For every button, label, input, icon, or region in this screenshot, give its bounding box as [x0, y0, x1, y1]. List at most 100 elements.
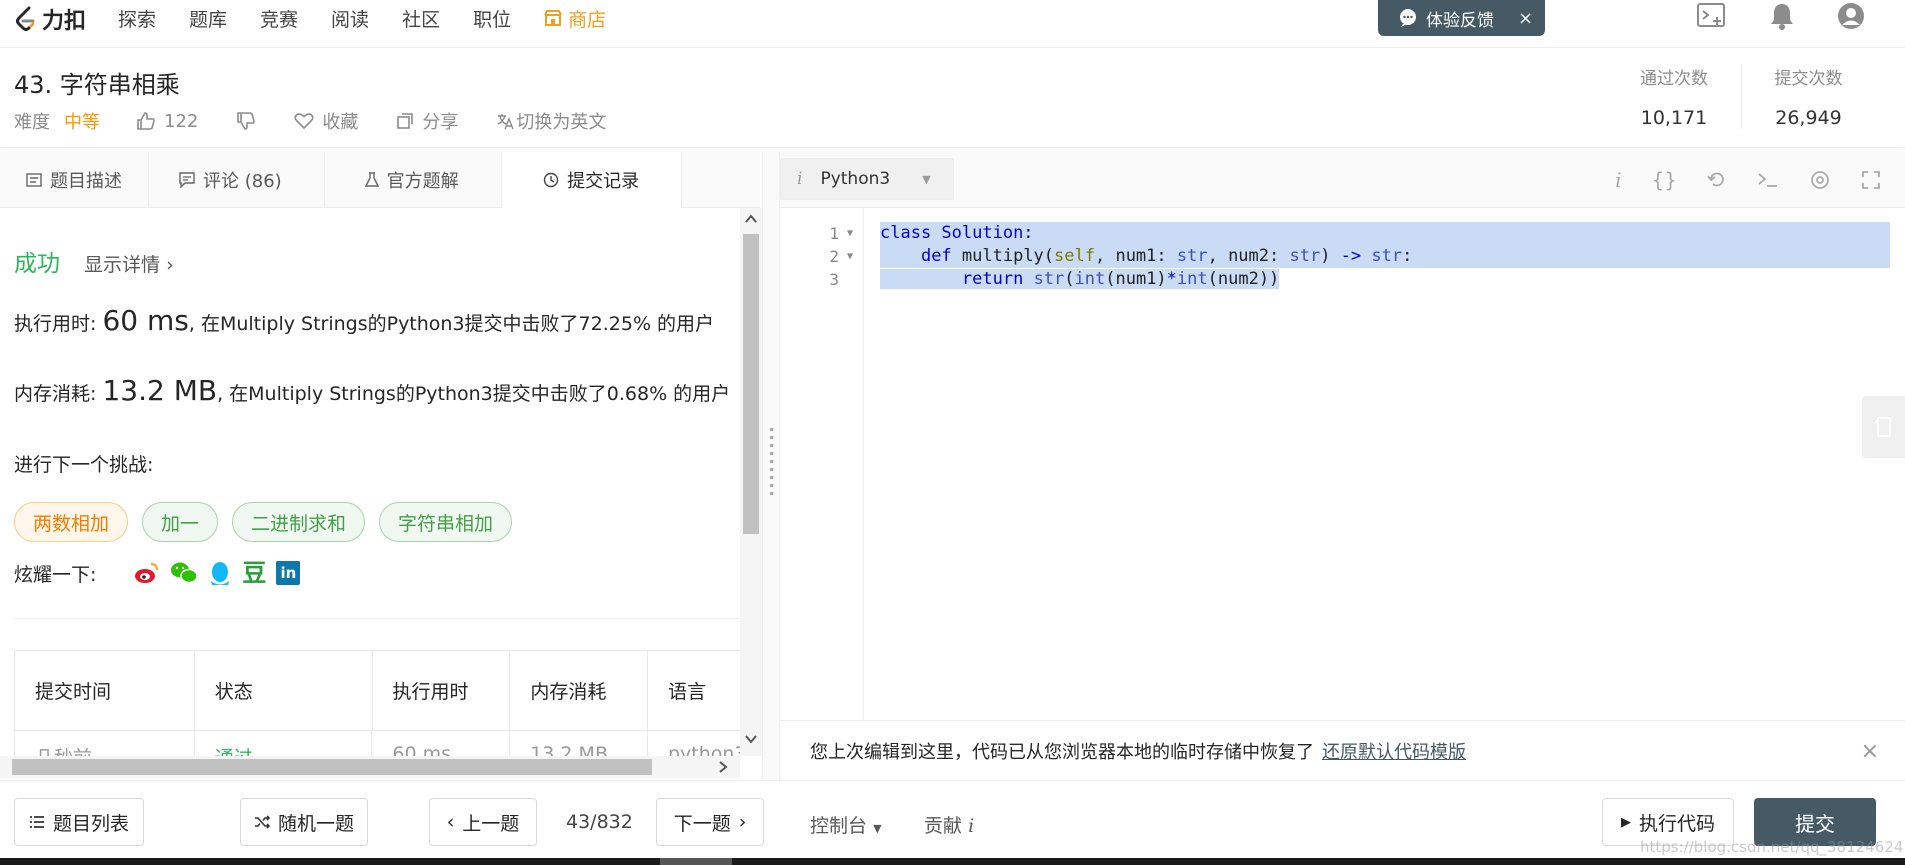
next-problem-button[interactable]: 下一题 ›: [656, 798, 764, 846]
nav-problems[interactable]: 题库: [189, 5, 227, 32]
code-editor[interactable]: 1 ▼ 2 ▼ 3 class Solution: def multiply(s…: [780, 208, 1905, 720]
tab-submissions[interactable]: 提交记录: [501, 152, 682, 208]
nav-reading[interactable]: 阅读: [331, 5, 369, 32]
nav-jobs[interactable]: 职位: [473, 5, 511, 32]
clock-icon: [543, 172, 559, 187]
code-builtin: int: [1074, 269, 1106, 289]
challenge-chip[interactable]: 二进制求和: [232, 502, 366, 542]
restore-default-link[interactable]: 还原默认代码模版: [1322, 738, 1466, 764]
tab-submissions-label: 提交记录: [567, 170, 640, 192]
tab-comments[interactable]: 评论 (86): [149, 152, 325, 208]
challenge-chip[interactable]: 两数相加: [14, 502, 129, 542]
settings-gear-icon[interactable]: [1809, 169, 1831, 191]
wechat-icon[interactable]: [170, 561, 199, 585]
nav-community[interactable]: 社区: [402, 5, 440, 32]
table-cell[interactable]: 通过: [195, 731, 373, 756]
tab-description[interactable]: 题目描述: [0, 152, 149, 208]
translate-icon: [498, 114, 515, 130]
horizontal-scrollbar[interactable]: [0, 756, 740, 778]
code-text: , num2:: [1207, 246, 1290, 266]
challenge-chip[interactable]: 字符串相加: [379, 502, 513, 542]
code-builtin: str: [1289, 246, 1321, 266]
scroll-right-icon[interactable]: [718, 761, 728, 773]
feedback-close-icon[interactable]: ×: [1518, 8, 1533, 29]
language-select[interactable]: i Python3 ▼: [780, 158, 954, 200]
code-builtin: str: [1176, 246, 1208, 266]
table-header-cell: 执行用时: [372, 651, 511, 731]
playground-icon[interactable]: [1697, 3, 1727, 29]
qq-icon[interactable]: [208, 561, 232, 587]
panel-splitter[interactable]: [762, 152, 780, 780]
restore-notice: 您上次编辑到这里，代码已从您浏览器本地的临时存储中恢复了 还原默认代码模版 ×: [780, 720, 1905, 780]
feedback-label: 体验反馈: [1426, 10, 1494, 31]
challenge-chip[interactable]: 加一: [142, 502, 219, 542]
tab-solution-label: 官方题解: [386, 171, 459, 192]
prev-problem-button[interactable]: ‹ 上一题: [429, 798, 537, 846]
table-header-cell: 内存消耗: [510, 651, 649, 731]
random-problem-button[interactable]: 随机一题: [240, 798, 368, 846]
heart-icon: [294, 113, 314, 130]
show-details-link[interactable]: 显示详情 ›: [84, 250, 174, 277]
list-icon: [29, 816, 44, 828]
code-text: :: [1402, 246, 1413, 266]
vertical-scroll-thumb[interactable]: [743, 234, 759, 534]
info-icon: i: [968, 815, 975, 837]
fold-arrow-icon[interactable]: ▼: [847, 251, 853, 262]
code-builtin: str: [1033, 269, 1065, 289]
reset-icon[interactable]: [1707, 170, 1727, 190]
problem-meta: 难度 中等 122 收藏 分享 切换为英文: [14, 108, 644, 134]
feedback-button[interactable]: 体验反馈 ×: [1378, 0, 1545, 36]
tab-solution[interactable]: 官方题解: [325, 152, 502, 208]
problem-list-button[interactable]: 题目列表: [14, 798, 144, 846]
scroll-up-icon[interactable]: [745, 214, 757, 224]
close-icon[interactable]: ×: [1861, 739, 1879, 764]
nav-contest[interactable]: 竞赛: [260, 5, 298, 32]
fold-arrow-icon[interactable]: ▼: [847, 228, 853, 239]
nav-store[interactable]: 商店: [544, 5, 606, 32]
code-builtin: str: [1371, 246, 1403, 266]
submissions-stat: 提交次数 26,949: [1741, 64, 1875, 129]
scroll-down-icon[interactable]: [745, 734, 757, 744]
leetcode-logo-icon: [16, 6, 35, 31]
favorite-button[interactable]: 收藏: [294, 108, 358, 134]
drag-handle-icon[interactable]: [770, 428, 773, 498]
side-note-tab[interactable]: [1862, 396, 1905, 458]
table-header-cell: 状态: [194, 651, 373, 731]
weibo-icon[interactable]: [134, 561, 160, 585]
fullscreen-icon[interactable]: [1861, 170, 1881, 190]
contribute-link[interactable]: 贡献 i: [924, 811, 974, 838]
watermark: https://blog.csdn.net/qq_38124624: [1640, 838, 1904, 856]
code-builtin: int: [1176, 269, 1208, 289]
notification-bell-icon[interactable]: [1769, 2, 1795, 30]
document-icon: [26, 173, 42, 187]
tab-comments-label: 评论 (86): [203, 171, 282, 192]
table-row[interactable]: 几秒前 通过 60 ms 13.2 MB python3: [15, 731, 740, 756]
like-button[interactable]: 122: [136, 111, 198, 132]
result-status: 成功: [14, 251, 60, 277]
favorite-label: 收藏: [322, 112, 359, 133]
runtime-suffix: , 在Multiply Strings的Python3提交中击败了72.25% …: [188, 313, 715, 335]
problem-counter: 43/832: [566, 811, 633, 833]
switch-language-button[interactable]: 切换为英文: [496, 108, 606, 134]
douban-icon[interactable]: 豆: [242, 561, 266, 587]
code-content[interactable]: class Solution: def multiply(self, num1:…: [880, 222, 1890, 291]
like-count: 122: [164, 110, 199, 132]
nav-explore[interactable]: 探索: [118, 5, 156, 32]
dislike-button[interactable]: [236, 111, 256, 131]
logo[interactable]: 力扣: [14, 3, 86, 35]
accepted-stat: 通过次数 10,171: [1607, 64, 1741, 129]
linkedin-icon[interactable]: in: [276, 560, 301, 585]
table-header-cell: 提交时间: [15, 651, 195, 731]
terminal-icon[interactable]: [1757, 171, 1779, 189]
avatar-icon[interactable]: [1837, 2, 1865, 30]
console-toggle[interactable]: 控制台 ▼: [810, 811, 882, 838]
format-code-icon[interactable]: {}: [1652, 168, 1677, 192]
vertical-scrollbar[interactable]: [740, 208, 762, 756]
flask-icon: [364, 172, 379, 187]
share-button[interactable]: 分享: [396, 108, 458, 134]
memory-suffix: , 在Multiply Strings的Python3提交中击败了0.68% 的…: [217, 383, 731, 405]
run-code-label: 执行代码: [1638, 812, 1715, 835]
horizontal-scroll-thumb[interactable]: [12, 759, 652, 775]
logo-text: 力扣: [42, 9, 87, 34]
editor-info-icon[interactable]: i: [1615, 168, 1621, 192]
